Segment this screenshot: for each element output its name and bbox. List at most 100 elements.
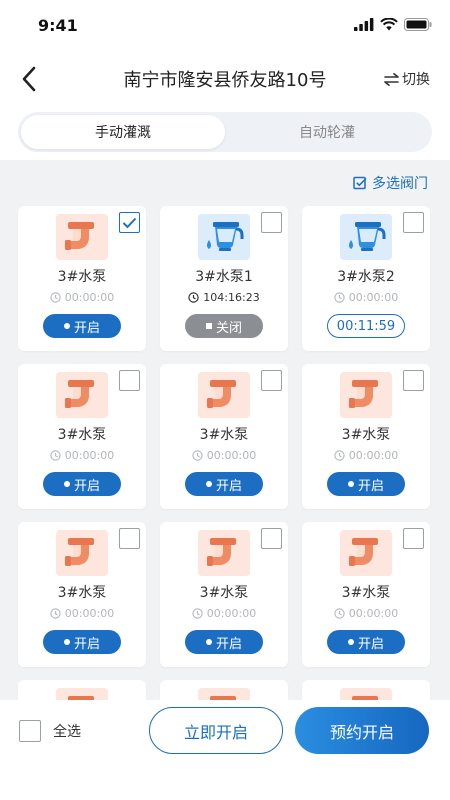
device-list-area: 多选阀门 3#水泵 00:00:00 开启 3#水泵1 104:16:23 关闭 3#水泵2… bbox=[0, 160, 450, 700]
select-all-box[interactable] bbox=[19, 720, 41, 742]
switch-button[interactable]: 切换 bbox=[384, 69, 430, 89]
close-button[interactable]: 关闭 bbox=[185, 314, 263, 338]
multi-select-valves-button[interactable]: 多选阀门 bbox=[353, 173, 428, 193]
device-runtime: 00:00:00 bbox=[18, 449, 146, 462]
device-runtime: 00:00:00 bbox=[302, 449, 430, 462]
tab-auto-rotation[interactable]: 自动轮灌 bbox=[225, 115, 429, 149]
clock-icon bbox=[334, 608, 345, 619]
device-icon bbox=[340, 214, 392, 260]
device-icon bbox=[198, 214, 250, 260]
device-card[interactable]: 3#水泵 00:00:00 开启 bbox=[160, 364, 288, 509]
status-label: 关闭 bbox=[215, 320, 242, 336]
device-name: 3#水泵 bbox=[199, 585, 249, 601]
runtime-value: 00:00:00 bbox=[206, 607, 257, 620]
page-title: 南宁市隆安县侨友路10号 bbox=[123, 70, 327, 91]
status-time: 9:41 bbox=[38, 16, 78, 35]
device-icon bbox=[56, 530, 108, 576]
clock-icon bbox=[334, 450, 345, 461]
device-card[interactable]: 3#水泵 00:00:00 开启 bbox=[302, 522, 430, 667]
device-icon bbox=[340, 688, 392, 700]
device-checkbox[interactable] bbox=[119, 370, 140, 391]
runtime-value: 00:00:00 bbox=[348, 449, 399, 462]
clock-icon bbox=[188, 292, 199, 303]
device-runtime: 00:00:00 bbox=[18, 607, 146, 620]
open-button[interactable]: 开启 bbox=[185, 472, 263, 496]
pipe-icon bbox=[207, 380, 236, 408]
open-button[interactable]: 开启 bbox=[327, 472, 405, 496]
device-card[interactable] bbox=[302, 680, 430, 700]
device-card[interactable]: 3#水泵 00:00:00 开启 bbox=[18, 364, 146, 509]
device-checkbox[interactable] bbox=[261, 528, 282, 549]
status-bar: 9:41 bbox=[0, 0, 450, 50]
device-icon bbox=[340, 530, 392, 576]
device-runtime: 00:00:00 bbox=[160, 449, 288, 462]
clock-icon bbox=[334, 292, 345, 303]
status-label: 开启 bbox=[215, 478, 242, 494]
pump-icon bbox=[349, 222, 386, 251]
device-name: 3#水泵 bbox=[57, 427, 107, 443]
switch-label: 切换 bbox=[402, 72, 430, 88]
device-icon bbox=[198, 688, 250, 700]
pump-icon bbox=[207, 222, 244, 251]
mode-tabs: 手动灌溉 自动轮灌 bbox=[18, 112, 432, 152]
dot-icon bbox=[205, 481, 212, 487]
clock-icon bbox=[50, 292, 61, 303]
schedule-start-button[interactable]: 预约开启 bbox=[295, 707, 429, 754]
device-card[interactable]: 3#水泵 00:00:00 开启 bbox=[160, 522, 288, 667]
device-name: 3#水泵 bbox=[57, 585, 107, 601]
select-all-checkbox[interactable]: 全选 bbox=[19, 720, 81, 742]
pipe-icon bbox=[349, 538, 378, 566]
device-runtime: 00:00:00 bbox=[302, 291, 430, 304]
device-checkbox[interactable] bbox=[403, 212, 424, 233]
dot-icon bbox=[63, 323, 70, 329]
runtime-value: 00:00:00 bbox=[64, 449, 115, 462]
open-button[interactable]: 开启 bbox=[43, 314, 121, 338]
select-all-label: 全选 bbox=[53, 724, 81, 740]
clock-icon bbox=[192, 608, 203, 619]
nav-bar: 南宁市隆安县侨友路10号 切换 bbox=[0, 52, 450, 106]
open-button[interactable]: 开启 bbox=[185, 630, 263, 654]
device-checkbox[interactable] bbox=[119, 212, 140, 233]
runtime-value: 00:00:00 bbox=[348, 291, 399, 304]
pipe-icon bbox=[352, 696, 378, 700]
start-now-button[interactable]: 立即开启 bbox=[149, 707, 283, 754]
signal-icon bbox=[354, 18, 374, 31]
open-button[interactable]: 开启 bbox=[43, 472, 121, 496]
status-label: 开启 bbox=[73, 320, 100, 336]
device-card[interactable]: 3#水泵 00:00:00 开启 bbox=[18, 206, 146, 351]
device-grid: 3#水泵 00:00:00 开启 3#水泵1 104:16:23 关闭 3#水泵2 00:00… bbox=[18, 206, 432, 700]
checkbox-icon bbox=[353, 176, 367, 190]
device-card[interactable]: 3#水泵1 104:16:23 关闭 bbox=[160, 206, 288, 351]
device-checkbox[interactable] bbox=[119, 528, 140, 549]
status-icons bbox=[354, 18, 432, 31]
pipe-icon bbox=[207, 538, 236, 566]
open-button[interactable]: 开启 bbox=[43, 630, 121, 654]
device-checkbox[interactable] bbox=[261, 370, 282, 391]
pipe-icon bbox=[65, 380, 94, 408]
device-checkbox[interactable] bbox=[403, 370, 424, 391]
runtime-value: 104:16:23 bbox=[203, 291, 260, 304]
dot-icon bbox=[205, 639, 212, 645]
device-name: 3#水泵2 bbox=[337, 269, 395, 285]
device-card[interactable]: 3#水泵 00:00:00 开启 bbox=[302, 364, 430, 509]
status-label: 00:11:59 bbox=[336, 318, 396, 334]
device-checkbox[interactable] bbox=[261, 212, 282, 233]
swap-icon bbox=[384, 72, 399, 86]
runtime-value: 00:00:00 bbox=[348, 607, 399, 620]
open-button[interactable]: 开启 bbox=[327, 630, 405, 654]
countdown-timer[interactable]: 00:11:59 bbox=[327, 314, 405, 338]
dot-icon bbox=[63, 639, 70, 645]
device-name: 3#水泵 bbox=[199, 427, 249, 443]
device-runtime: 00:00:00 bbox=[160, 607, 288, 620]
pipe-icon bbox=[210, 696, 236, 700]
device-checkbox[interactable] bbox=[403, 528, 424, 549]
device-icon bbox=[56, 688, 108, 700]
device-icon bbox=[198, 372, 250, 418]
device-card[interactable] bbox=[160, 680, 288, 700]
device-card[interactable]: 3#水泵2 00:00:00 00:11:59 bbox=[302, 206, 430, 351]
device-name: 3#水泵 bbox=[341, 427, 391, 443]
tab-manual-irrigation[interactable]: 手动灌溉 bbox=[21, 115, 225, 149]
device-card[interactable] bbox=[18, 680, 146, 700]
device-card[interactable]: 3#水泵 00:00:00 开启 bbox=[18, 522, 146, 667]
device-icon bbox=[198, 530, 250, 576]
